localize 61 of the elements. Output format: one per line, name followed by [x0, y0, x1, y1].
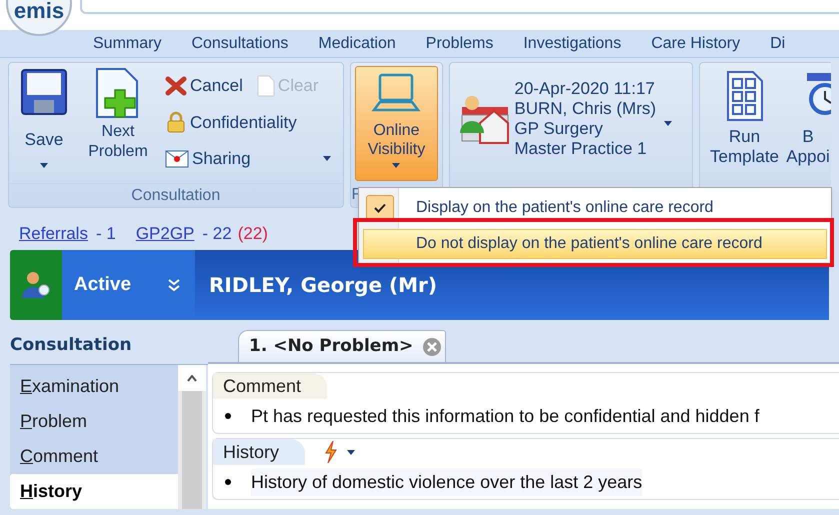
envelope-icon	[165, 150, 189, 168]
problem-tab[interactable]: 1. <No Problem>	[238, 330, 446, 362]
link-count: - 22	[202, 223, 232, 246]
close-icon[interactable]	[423, 338, 442, 356]
note-entry: History of domestic violence over the last 2 years	[251, 468, 642, 496]
cancel-button[interactable]: Cancel	[165, 73, 243, 98]
ribbon-tab[interactable]: Medication	[318, 32, 396, 56]
section-list-item[interactable]: Examination	[10, 369, 178, 404]
confidentiality-button[interactable]: Confidentiality	[165, 110, 337, 135]
ribbon-tab[interactable]: Summary	[93, 32, 162, 56]
clinician-building-icon	[458, 93, 510, 145]
ribbon-tab[interactable]: Care History	[651, 32, 740, 56]
section-header: History	[213, 439, 306, 465]
padlock-icon	[165, 111, 187, 134]
document-icon	[256, 74, 275, 97]
logo-text: emis	[14, 0, 64, 22]
sharing-button[interactable]: Sharing	[165, 146, 251, 172]
referral-link[interactable]: Referrals	[19, 221, 88, 247]
ribbon-tab[interactable]: Problems	[426, 32, 494, 56]
appointment-button[interactable]: B Appoi	[785, 71, 831, 167]
alert-count: (22)	[238, 223, 268, 246]
document-plus-icon	[95, 68, 141, 118]
caret-icon	[40, 162, 48, 168]
group-label: Consultation	[9, 183, 342, 207]
person-magnifier-icon	[21, 270, 51, 300]
status-label: Active	[74, 272, 132, 297]
session-detail: BURN, Chris (Mrs)	[514, 99, 656, 119]
lightning-bolt-icon[interactable]	[325, 441, 338, 463]
section-list-item[interactable]: Problem	[10, 404, 178, 439]
bullet-icon	[225, 413, 231, 419]
scrollbar[interactable]	[178, 365, 206, 509]
next-problem-button[interactable]: Next Problem	[79, 63, 157, 162]
menu-item[interactable]: Display on the patient's online care record	[363, 193, 827, 223]
grid-document-icon	[726, 71, 762, 121]
caret-icon[interactable]	[323, 156, 331, 162]
session-detail: 20-Apr-2020 11:17	[514, 79, 656, 99]
cross-icon	[165, 76, 187, 96]
caret-icon[interactable]	[347, 450, 356, 454]
check-icon	[374, 203, 386, 213]
note-entry: Pt has requested this information to be confidential and hidden f	[251, 404, 760, 428]
session-detail: Master Practice 1	[514, 139, 648, 159]
panel-title: Consultation	[10, 334, 133, 357]
section-list-item[interactable]: History	[10, 474, 178, 509]
run-template-button[interactable]: Run Template	[710, 71, 779, 167]
caret-icon	[392, 163, 400, 168]
link-count: - 1	[96, 223, 116, 246]
section-list-item[interactable]: Comment	[10, 439, 178, 474]
section-header: Comment	[213, 373, 328, 399]
session-detail: GP Surgery	[514, 119, 604, 139]
bullet-icon	[225, 479, 231, 485]
menu-item[interactable]: Do not display on the patient's online care record	[363, 229, 827, 259]
ribbon-tab[interactable]: Di	[770, 32, 786, 56]
double-chevron-icon[interactable]	[167, 278, 181, 292]
ribbon-tab[interactable]: Investigations	[523, 32, 622, 56]
caret-icon[interactable]	[664, 121, 672, 126]
save-button[interactable]: Save	[9, 63, 79, 168]
patient-name: RIDLEY, George (Mr)	[209, 272, 438, 299]
referral-link[interactable]: GP2GP	[136, 221, 194, 247]
online-visibility-button[interactable]: Online Visibility	[354, 66, 438, 181]
ribbon-tab[interactable]: Consultations	[191, 32, 288, 56]
laptop-icon	[371, 73, 422, 113]
